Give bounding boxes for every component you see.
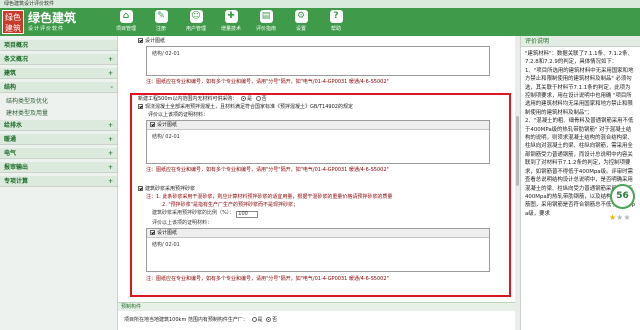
- nav-item[interactable]: 报审输出 +: [0, 162, 117, 173]
- toolbar-settings-button[interactable]: ⚙ 设置: [285, 10, 317, 35]
- nav-item[interactable]: 建材类型及用量: [0, 108, 117, 119]
- nav-item[interactable]: 电气 +: [0, 148, 117, 159]
- project-management-icon: ⌂: [119, 10, 133, 23]
- score-badge: 56: [610, 184, 635, 209]
- register-icon: ✎: [154, 10, 168, 23]
- toolbar-help-button[interactable]: ? 帮助: [320, 10, 352, 35]
- radio-yes[interactable]: [251, 317, 257, 322]
- question-precast-factory: 项目所在地当地建筑100km 范围内有预制构件生产厂： 是 否: [124, 317, 278, 323]
- left-nav-panel: 项目概况条文概况 + 建筑 + 结构 - 结构类型及优化 建材类型及用量 给排水 + 暖通 + 电气 + 报…: [0, 36, 118, 330]
- toolbar-label: 注册: [155, 26, 166, 32]
- window-titlebar: 绿色建筑设计评价软件: [0, 0, 640, 8]
- rating-stars: ★★★: [609, 213, 631, 222]
- nav-item[interactable]: 专项计算 +: [0, 176, 117, 187]
- toolbar-evaluation-guide-button[interactable]: ▤ 评价指南: [250, 10, 282, 35]
- toolbar-label: 增量技术: [220, 26, 241, 32]
- expand-icon[interactable]: +: [108, 134, 113, 145]
- nav-item[interactable]: 建筑 +: [0, 68, 117, 79]
- logo-subtitle: 设计评价软件: [28, 25, 65, 32]
- app-logo: 绿色 建筑 绿色建筑 设计评价软件: [2, 9, 76, 35]
- toolbar-label: 评价指南: [255, 26, 276, 32]
- logo-mark: 绿色 建筑: [2, 10, 24, 34]
- evaluation-paragraph: 1、"项目所选用的建筑材料中无采用国家和地方禁止和限制使用的建筑材料及制品" 必…: [525, 67, 634, 116]
- section-precast[interactable]: 预制构件: [118, 302, 515, 311]
- incremental-tech-icon: ✚: [224, 10, 238, 23]
- star-icon: ★: [623, 213, 631, 222]
- expand-icon[interactable]: +: [108, 54, 113, 65]
- highlight-frame: [130, 93, 511, 297]
- scroll-thumb[interactable]: [516, 116, 519, 186]
- toolbar-user-management-button[interactable]: ☺ 用户管理: [180, 10, 212, 35]
- nav-item[interactable]: 暖通 +: [0, 134, 117, 145]
- expand-icon[interactable]: +: [108, 162, 113, 173]
- top-hint: 注：图纸应在专业和编号，如有多个专业和编号，请用"分号"隔开，如"电气/01-4…: [146, 79, 389, 85]
- checkbox[interactable]: [138, 38, 143, 43]
- expand-icon[interactable]: +: [108, 148, 113, 159]
- top-design-drawing-check[interactable]: 设计图纸: [138, 38, 165, 45]
- evaluation-paragraph: "建筑材料"：数据关联了7.1.1条、7.1.2条、7.2.8和7.2.9的判定…: [525, 51, 633, 66]
- toolbar-label: 用户管理: [185, 26, 206, 32]
- expand-icon[interactable]: +: [108, 176, 113, 187]
- evaluation-guide-icon: ▤: [259, 10, 273, 23]
- expand-icon[interactable]: +: [108, 120, 113, 131]
- evaluation-panel: 评价说明 "建筑材料"：数据关联了7.1.1条、7.1.2条、7.2.8和7.2…: [520, 36, 640, 330]
- logo-name: 绿色建筑: [28, 10, 77, 25]
- evaluation-panel-title: 评价说明: [521, 36, 640, 47]
- user-management-icon: ☺: [189, 10, 203, 23]
- top-toolbar: 绿色 建筑 绿色建筑 设计评价软件 ⌂ 项目管理 ✎ 注册 ☺ 用户管理 ✚ 增量技术 ▤ 评价指…: [0, 8, 640, 36]
- expand-icon[interactable]: +: [108, 68, 113, 79]
- top-box-text: 结构/ 02-01: [152, 51, 180, 57]
- toolbar-incremental-tech-button[interactable]: ✚ 增量技术: [215, 10, 247, 35]
- toolbar-label: 帮助: [330, 26, 341, 32]
- radio-no[interactable]: [266, 317, 272, 322]
- collapse-icon[interactable]: -: [111, 82, 114, 93]
- settings-icon: ⚙: [294, 10, 308, 23]
- nav-item[interactable]: 条文概况 +: [0, 54, 117, 65]
- top-evidence-box[interactable]: 结构/ 02-01: [146, 46, 490, 76]
- toolbar-project-management-button[interactable]: ⌂ 项目管理: [110, 10, 142, 35]
- nav-item[interactable]: 结构 -: [0, 82, 117, 93]
- help-icon: ?: [329, 10, 343, 23]
- nav-item[interactable]: 结构类型及优化: [0, 96, 117, 107]
- toolbar-label: 设置: [295, 26, 306, 32]
- toolbar-register-button[interactable]: ✎ 注册: [145, 10, 177, 35]
- nav-item[interactable]: 给排水 +: [0, 120, 117, 131]
- toolbar-label: 项目管理: [115, 26, 136, 32]
- nav-item[interactable]: 项目概况: [0, 40, 117, 51]
